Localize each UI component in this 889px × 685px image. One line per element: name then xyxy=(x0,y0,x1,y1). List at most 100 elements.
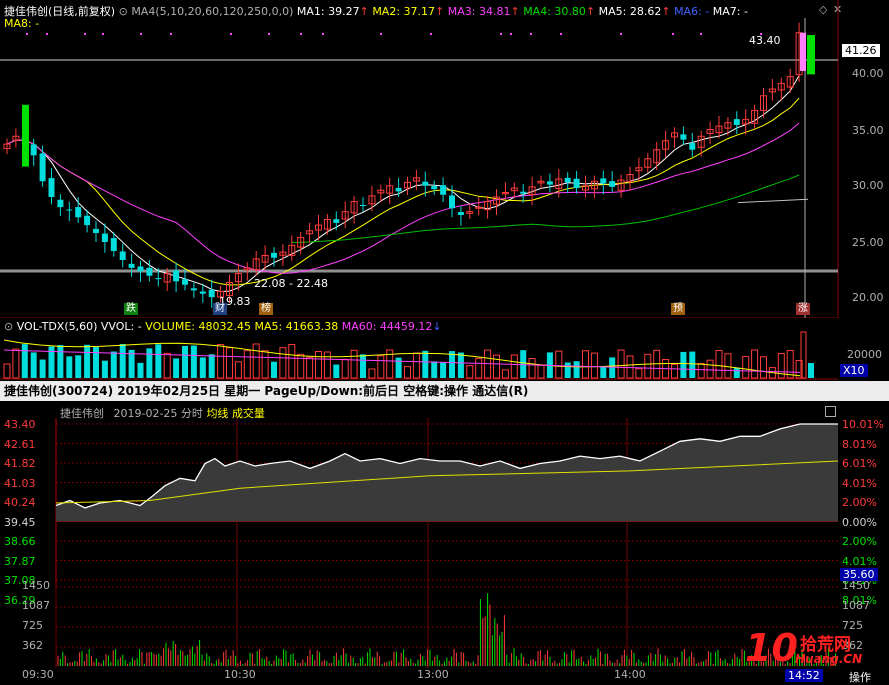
minute-left-axis-label: 37.87 xyxy=(4,555,36,568)
volume-bar xyxy=(422,350,429,378)
candle-down xyxy=(146,267,153,276)
minute-right-axis-label: 10.01% xyxy=(842,418,884,431)
tag-die[interactable]: 跌 xyxy=(124,303,138,315)
signal-dot xyxy=(170,33,172,35)
vol-axis-20000: 20000 xyxy=(847,348,882,361)
candle-down xyxy=(182,279,188,285)
candle-down xyxy=(733,119,740,125)
time-axis-0930: 09:30 xyxy=(22,668,54,681)
candle-down xyxy=(395,187,402,192)
minute-vol-axis-label: 725 xyxy=(22,619,43,632)
candle-down xyxy=(520,191,527,194)
volume-bar xyxy=(635,368,643,379)
price-axis-25: 25.00 xyxy=(852,236,884,249)
signal-dot xyxy=(322,33,324,35)
volume-bar xyxy=(323,351,331,379)
vol-axis-x10: X10 xyxy=(840,364,868,377)
volume-bar xyxy=(226,347,233,379)
minute-right-axis-label: 4.01% xyxy=(842,555,877,568)
signal-dot xyxy=(300,33,302,35)
volume-bar xyxy=(377,355,385,379)
volume-bar xyxy=(360,354,366,378)
signal-dot xyxy=(500,33,502,35)
volume-bar xyxy=(57,345,64,378)
tag-bang[interactable]: 榜 xyxy=(259,303,273,315)
candle-down xyxy=(66,209,73,211)
volume-bar xyxy=(333,364,340,378)
minute-left-axis-label: 41.03 xyxy=(4,477,36,490)
volume-bar xyxy=(617,349,625,379)
volume-bar xyxy=(306,356,314,379)
volume-bar xyxy=(457,352,464,378)
volume-bar xyxy=(412,352,420,379)
volume-chart[interactable] xyxy=(0,318,889,380)
volume-bar xyxy=(119,344,126,378)
volume-bar xyxy=(234,361,242,379)
candle-down xyxy=(30,144,37,156)
status-bar-text: 捷佳伟创(300724) 2019年02月25日 星期一 PageUp/Down… xyxy=(4,384,529,398)
volume-bar xyxy=(590,352,598,379)
candle-down xyxy=(173,270,180,282)
candle-down xyxy=(573,178,580,188)
volume-bar xyxy=(84,344,91,378)
minute-right-axis-label: 6.01% xyxy=(842,457,877,470)
signal-dot xyxy=(230,33,232,35)
volume-bar xyxy=(288,344,296,379)
candle-down xyxy=(48,178,55,197)
volume-bar xyxy=(66,356,73,378)
signal-dot xyxy=(620,33,622,35)
volume-bar xyxy=(12,348,20,379)
minute-panel-toggle-icon[interactable] xyxy=(825,406,836,417)
time-axis-1300: 13:00 xyxy=(417,668,449,681)
candle-down xyxy=(271,252,277,258)
watermark-en: Huang.CN xyxy=(795,652,863,666)
volume-bar xyxy=(271,361,277,378)
watermark-logo: 10 xyxy=(745,626,798,670)
volume-bar xyxy=(146,348,153,378)
minute-right-axis-label: 2.00% xyxy=(842,496,877,509)
volume-bar xyxy=(697,363,705,379)
volume-bar xyxy=(760,356,767,379)
volume-bar xyxy=(21,344,28,378)
tag-cai[interactable]: 财 xyxy=(213,303,227,315)
minute-right-axis-label: 0.00% xyxy=(842,516,877,529)
volume-bar xyxy=(600,366,607,378)
volume-bar xyxy=(173,358,180,378)
signal-dot xyxy=(84,33,86,35)
candle-last-pink xyxy=(800,32,806,71)
ma5-line xyxy=(737,198,809,204)
volume-bar xyxy=(190,345,197,378)
volume-bar xyxy=(252,343,260,379)
volume-bar xyxy=(501,369,509,379)
volume-bar xyxy=(680,351,687,378)
candle-down xyxy=(155,278,162,280)
tag-zhang[interactable]: 涨 xyxy=(796,303,810,315)
candle-down xyxy=(93,228,99,233)
kline-chart[interactable] xyxy=(0,0,889,318)
status-bar: 捷佳伟创(300724) 2019年02月25日 星期一 PageUp/Down… xyxy=(0,381,889,401)
minute-chart[interactable] xyxy=(0,418,889,588)
minute-left-axis-label: 39.45 xyxy=(4,516,36,529)
tag-yu[interactable]: 预 xyxy=(671,303,685,315)
price-axis-30: 30.00 xyxy=(852,179,884,192)
signal-dots xyxy=(26,33,762,35)
minute-left-axis-label: 43.40 xyxy=(4,418,36,431)
volume-bar xyxy=(786,350,794,379)
volume-bar xyxy=(510,354,518,379)
candle-down xyxy=(333,219,340,223)
minute-left-axis-label: 40.24 xyxy=(4,496,36,509)
volume-bar xyxy=(466,365,474,379)
volume-bar xyxy=(440,362,447,378)
volume-bar xyxy=(341,358,349,379)
volume-bar xyxy=(475,357,483,379)
candle-down xyxy=(609,181,616,187)
price-axis-40: 40.00 xyxy=(852,67,884,80)
volume-bar xyxy=(137,362,144,378)
volume-bar xyxy=(751,349,759,379)
candle-down xyxy=(449,195,455,209)
volume-bar xyxy=(555,350,563,379)
volume-bar-last xyxy=(808,363,814,378)
minute-vol-axis-label: 362 xyxy=(22,639,43,652)
volume-bar xyxy=(715,349,723,379)
candle-down xyxy=(422,181,429,186)
